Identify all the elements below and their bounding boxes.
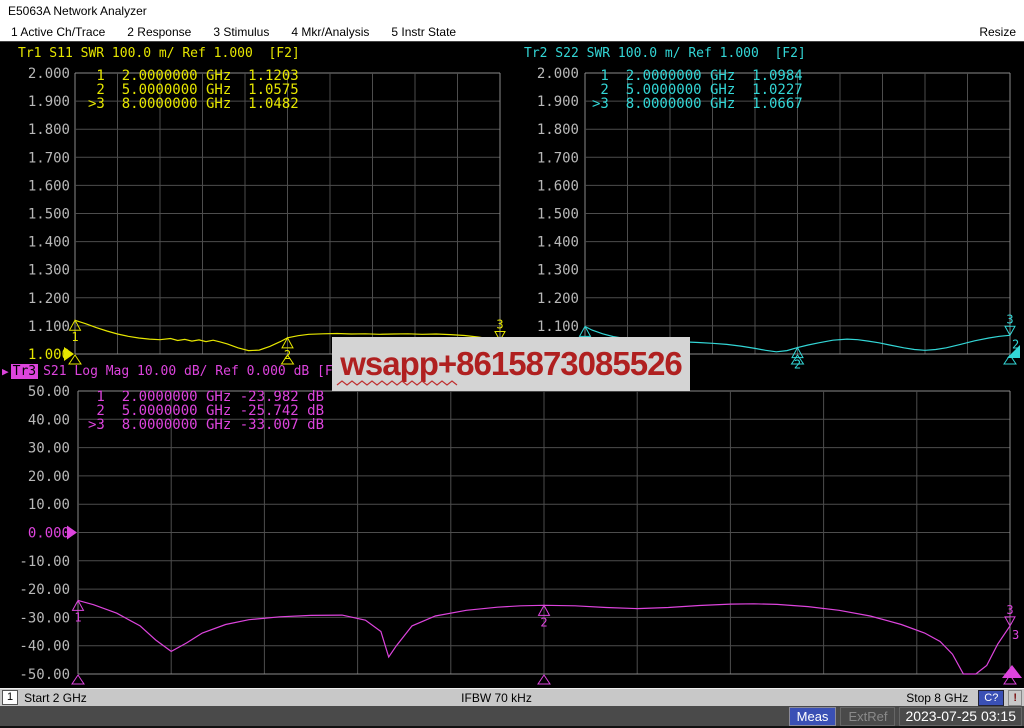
display-area: 2.000 1.900 1.800 1.700 1.600 1.500 1.400 1.300… [0, 42, 1024, 688]
trace3-header[interactable]: ▶ Tr3 S21 Log Mag 10.00 dB/ Ref 0.000 dB… [2, 364, 348, 379]
svg-text:3: 3 [1006, 312, 1013, 326]
stop-frequency-label: Stop 8 GHz [906, 691, 968, 705]
svg-text:1.300: 1.300 [28, 263, 70, 279]
svg-text:1.800: 1.800 [537, 122, 579, 138]
svg-text:-50.00: -50.00 [19, 667, 70, 683]
svg-text:20.00: 20.00 [28, 469, 70, 485]
svg-text:1.300: 1.300 [537, 263, 579, 279]
svg-text:2.000: 2.000 [28, 66, 70, 82]
trace3-marker-table: 1 2.0000000 GHz -23.982 dB 2 5.0000000 G… [88, 390, 324, 432]
status-right-cluster: Stop 8 GHz C? ! [906, 690, 1022, 706]
svg-text:1.700: 1.700 [28, 150, 70, 166]
svg-text:1.700: 1.700 [537, 150, 579, 166]
svg-text:2: 2 [794, 358, 801, 372]
menu-item-resize[interactable]: Resize [979, 25, 1016, 39]
trace1-header[interactable]: Tr1 S11 SWR 100.0 m/ Ref 1.000 [F2] [18, 46, 300, 61]
svg-text:3: 3 [1012, 628, 1019, 642]
menu-item-stimulus[interactable]: 3 Stimulus [213, 25, 269, 39]
menu-item-response[interactable]: 2 Response [127, 25, 191, 39]
analyzer-window: E5063A Network Analyzer 1 Active Ch/Trac… [0, 0, 1024, 728]
status-bar: 1 Start 2 GHz IFBW 70 kHz Stop 8 GHz C? … [0, 688, 1024, 706]
svg-text:-10.00: -10.00 [19, 554, 70, 570]
clock-label: 2023-07-25 03:15 [899, 707, 1022, 726]
calibration-status-badge: C? [978, 690, 1004, 706]
active-trace-arrow-icon: ▶ [2, 365, 9, 378]
alert-badge: ! [1008, 690, 1022, 706]
menu-item-instr-state[interactable]: 5 Instr State [391, 25, 456, 39]
trace2-header[interactable]: Tr2 S22 SWR 100.0 m/ Ref 1.000 [F2] [524, 46, 806, 61]
svg-text:30.00: 30.00 [28, 441, 70, 457]
svg-text:1.400: 1.400 [537, 235, 579, 251]
svg-text:40.00: 40.00 [28, 412, 70, 428]
svg-text:1.400: 1.400 [28, 235, 70, 251]
menu-item-active-ch-trace[interactable]: 1 Active Ch/Trace [11, 25, 105, 39]
menu-bar: 1 Active Ch/Trace 2 Response 3 Stimulus … [0, 22, 1024, 42]
channel-number-badge: 1 [2, 690, 18, 705]
svg-text:1.900: 1.900 [28, 94, 70, 110]
svg-text:10.00: 10.00 [28, 497, 70, 513]
svg-text:1.600: 1.600 [28, 178, 70, 194]
menu-item-mkr-analysis[interactable]: 4 Mkr/Analysis [291, 25, 369, 39]
trace3-header-label: S21 Log Mag 10.00 dB/ Ref 0.000 dB [F2] [43, 364, 348, 379]
svg-text:-30.00: -30.00 [19, 610, 70, 626]
svg-text:3: 3 [496, 317, 503, 331]
title-bar: E5063A Network Analyzer [0, 0, 1024, 22]
svg-text:1.500: 1.500 [537, 207, 579, 223]
svg-text:1.200: 1.200 [28, 291, 70, 307]
svg-text:1.900: 1.900 [537, 94, 579, 110]
svg-text:1: 1 [74, 610, 81, 624]
watermark-text: wsapp+8615873085526 [340, 345, 682, 383]
svg-text:1.100: 1.100 [537, 319, 579, 335]
svg-text:50.00: 50.00 [28, 384, 70, 400]
svg-text:3: 3 [1006, 603, 1013, 617]
svg-text:1.200: 1.200 [537, 291, 579, 307]
svg-text:-40.00: -40.00 [19, 639, 70, 655]
svg-text:0.000: 0.000 [28, 526, 70, 542]
svg-text:2: 2 [540, 615, 547, 629]
meas-status-badge: Meas [789, 707, 837, 726]
trace1-marker-table: 1 2.0000000 GHz 1.1203 2 5.0000000 GHz 1… [88, 69, 299, 111]
start-frequency-label: Start 2 GHz [24, 691, 87, 705]
svg-text:1.500: 1.500 [28, 207, 70, 223]
ifbw-label: IFBW 70 kHz [87, 691, 906, 705]
svg-text:2.000: 2.000 [537, 66, 579, 82]
watermark-squiggle-icon [336, 380, 460, 387]
svg-text:1.800: 1.800 [28, 122, 70, 138]
instrument-status-bar: Meas ExtRef 2023-07-25 03:15 [0, 706, 1024, 728]
svg-text:1.600: 1.600 [537, 178, 579, 194]
svg-text:1: 1 [71, 330, 78, 344]
svg-text:1.000: 1.000 [28, 347, 70, 363]
window-title: E5063A Network Analyzer [8, 4, 147, 18]
trace2-marker-table: 1 2.0000000 GHz 1.0984 2 5.0000000 GHz 1… [592, 69, 803, 111]
trace3-badge: Tr3 [11, 364, 38, 379]
svg-text:-20.00: -20.00 [19, 582, 70, 598]
watermark-overlay: wsapp+8615873085526 [332, 337, 690, 391]
extref-status-badge: ExtRef [840, 707, 895, 726]
svg-text:1.100: 1.100 [28, 319, 70, 335]
